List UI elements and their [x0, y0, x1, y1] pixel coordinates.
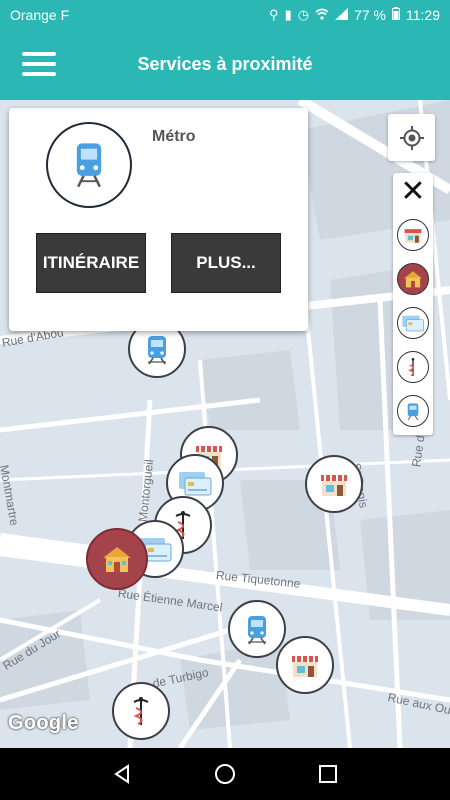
itinerary-button[interactable]: ITINÉRAIRE [36, 233, 146, 293]
page-title: Services à proximité [137, 54, 313, 74]
home-marker-selected[interactable] [86, 528, 148, 590]
filter-home[interactable] [397, 263, 429, 295]
carrier-name: Orange F [10, 7, 70, 23]
clock: 11:29 [406, 7, 440, 23]
status-icons: ⚲ ▮ ◷ 77 % 11:29 [269, 7, 440, 23]
system-nav-bar [0, 748, 450, 800]
crosshair-icon [399, 125, 424, 150]
pharmacy-marker[interactable] [112, 682, 170, 740]
close-icon[interactable]: ✕ [399, 177, 427, 207]
home-icon[interactable] [205, 754, 245, 794]
category-filter-panel: ✕ [393, 173, 433, 435]
shop-marker[interactable] [305, 455, 363, 513]
app-bar: Services à proximité [0, 30, 450, 100]
recents-icon[interactable] [308, 754, 348, 794]
more-button[interactable]: PLUS... [171, 233, 281, 293]
service-info-card: Métro ITINÉRAIRE PLUS... [9, 108, 308, 331]
metro-marker[interactable] [228, 600, 286, 658]
filter-bank-card[interactable] [397, 307, 429, 339]
battery-level: 77 % [354, 7, 386, 23]
battery-icon [392, 7, 400, 23]
location-icon: ⚲ [269, 7, 279, 22]
service-category: Métro [152, 128, 196, 145]
vibrate-icon: ▮ [284, 7, 292, 22]
shop-marker[interactable] [276, 636, 334, 694]
filter-pharmacy[interactable] [397, 351, 429, 383]
metro-train-icon [46, 122, 132, 208]
signal-icon [335, 7, 349, 23]
back-icon[interactable] [102, 754, 142, 794]
filter-shop[interactable] [397, 219, 429, 251]
filter-metro[interactable] [397, 395, 429, 427]
google-logo: Google [8, 712, 79, 734]
my-location-button[interactable] [388, 114, 435, 161]
status-bar: Orange F ⚲ ▮ ◷ 77 % 11:29 [0, 0, 450, 30]
wifi-icon [315, 8, 329, 23]
alarm-icon: ◷ [297, 7, 310, 22]
